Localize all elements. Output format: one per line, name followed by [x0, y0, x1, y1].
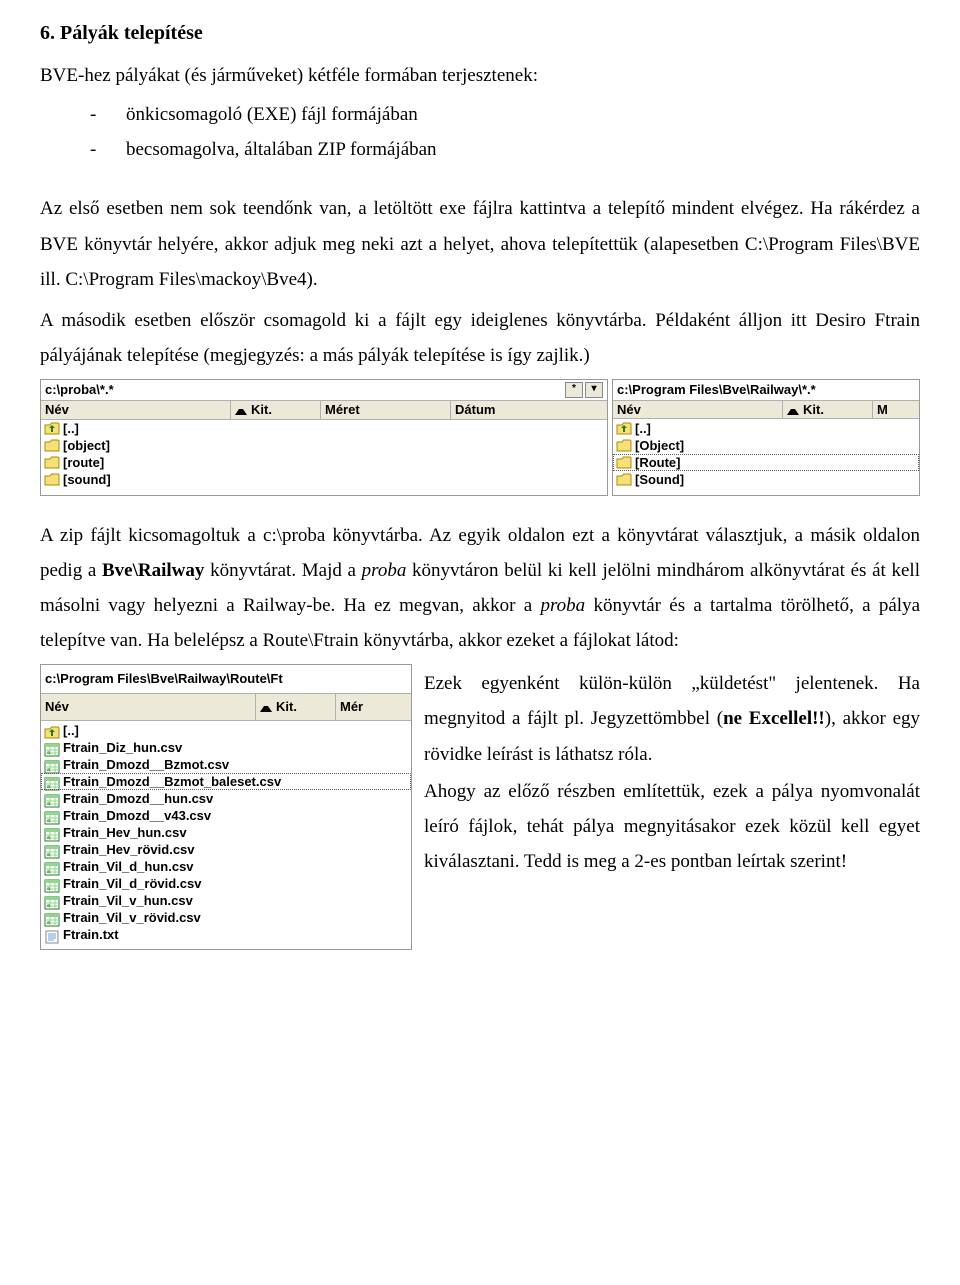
file-name: [..] [635, 421, 651, 437]
bullet-item: önkicsomagoló (EXE) fájl formájában [90, 97, 920, 132]
list-item[interactable]: [..] [613, 420, 919, 437]
folder-icon [44, 439, 60, 453]
bottom-block: c:\Program Files\Bve\Railway\Route\Ft Né… [40, 664, 920, 950]
col-size[interactable]: Méret [321, 401, 451, 419]
folder-up-icon [44, 422, 60, 436]
svg-text:a: a [47, 869, 50, 875]
route-files-panel: c:\Program Files\Bve\Railway\Route\Ft Né… [40, 664, 412, 950]
file-manager-panels: c:\proba\*.* * ▾ Név Kit. Méret Dátum [.… [40, 379, 920, 496]
right-panel-file-list[interactable]: [..][Object][Route][Sound] [613, 419, 919, 494]
bullet-item: becsomagolva, általában ZIP formájában [90, 132, 920, 167]
folder-icon [616, 439, 632, 453]
right-panel-column-headers[interactable]: Név Kit. M [613, 401, 919, 420]
svg-text:a: a [47, 818, 50, 824]
csv-file-icon: a [44, 792, 60, 806]
csv-file-icon: a [44, 775, 60, 789]
svg-text:a: a [47, 801, 50, 807]
col-last[interactable]: M [873, 401, 919, 419]
file-name: [object] [63, 438, 110, 454]
list-item[interactable]: [Route] [613, 454, 919, 471]
left-panel: c:\proba\*.* * ▾ Név Kit. Méret Dátum [.… [40, 379, 608, 496]
list-item[interactable]: [object] [41, 438, 607, 455]
bottom-paragraphs: Ezek egyenként külön-külön „küldetést" j… [424, 664, 920, 881]
distribution-formats-list: önkicsomagoló (EXE) fájl formájában becs… [40, 97, 920, 167]
file-name: [route] [63, 455, 104, 471]
csv-file-icon: a [44, 758, 60, 772]
svg-text:a: a [47, 784, 50, 790]
col-name[interactable]: Név [613, 401, 783, 419]
col-name[interactable]: Név [41, 694, 256, 720]
csv-file-icon: a [44, 877, 60, 891]
col-ext[interactable]: Kit. [783, 401, 873, 419]
csv-file-icon: a [44, 741, 60, 755]
list-item[interactable]: [..] [41, 421, 607, 438]
list-item[interactable]: Ftrain.txt [41, 926, 411, 943]
folder-icon [44, 473, 60, 487]
path-favorite-button[interactable]: * [565, 382, 583, 398]
file-name: Ftrain.txt [63, 923, 119, 947]
list-item[interactable]: [Object] [613, 437, 919, 454]
left-panel-path-text: c:\proba\*.* [45, 382, 563, 398]
col-size[interactable]: Mér [336, 694, 411, 720]
sort-asc-icon [235, 405, 247, 415]
csv-file-icon: a [44, 860, 60, 874]
file-name: [..] [63, 421, 79, 437]
folder-icon [44, 456, 60, 470]
col-date[interactable]: Dátum [451, 401, 607, 419]
route-panel-column-headers[interactable]: Név Kit. Mér [41, 694, 411, 721]
list-item[interactable]: [Sound] [613, 471, 919, 488]
txt-file-icon [44, 928, 60, 942]
route-panel-file-list[interactable]: [..]aFtrain_Diz_hun.csvaFtrain_Dmozd__Bz… [41, 721, 411, 949]
sort-asc-icon [787, 405, 799, 415]
svg-text:a: a [47, 767, 50, 773]
svg-text:a: a [47, 920, 50, 926]
csv-file-icon: a [44, 843, 60, 857]
csv-file-icon: a [44, 911, 60, 925]
svg-text:a: a [47, 750, 50, 756]
paragraph-5: Ahogy az előző részben említettük, ezek … [424, 774, 920, 879]
col-name[interactable]: Név [41, 401, 231, 419]
left-panel-column-headers[interactable]: Név Kit. Méret Dátum [41, 401, 607, 420]
section-heading: 6. Pályák telepítése [40, 20, 920, 46]
paragraph-3: A zip fájlt kicsomagoltuk a c:\proba kön… [40, 518, 920, 659]
list-item[interactable]: [sound] [41, 472, 607, 489]
sort-asc-icon [260, 702, 272, 712]
paragraph-1: Az első esetben nem sok teendőnk van, a … [40, 191, 920, 296]
file-name: [Sound] [635, 472, 684, 488]
route-panel-path-text: c:\Program Files\Bve\Railway\Route\Ft [45, 667, 407, 691]
right-panel-path-bar[interactable]: c:\Program Files\Bve\Railway\*.* [613, 380, 919, 401]
intro-text: BVE-hez pályákat (és járműveket) kétféle… [40, 58, 920, 93]
left-panel-file-list[interactable]: [..][object][route][sound] [41, 420, 607, 495]
csv-file-icon: a [44, 809, 60, 823]
svg-text:a: a [47, 903, 50, 909]
file-name: [sound] [63, 472, 111, 488]
svg-text:a: a [47, 886, 50, 892]
folder-icon [616, 473, 632, 487]
file-name: [Route] [635, 455, 681, 471]
paragraph-4: Ezek egyenként külön-külön „küldetést" j… [424, 666, 920, 771]
svg-text:a: a [47, 835, 50, 841]
right-panel-path-text: c:\Program Files\Bve\Railway\*.* [617, 382, 915, 398]
csv-file-icon: a [44, 826, 60, 840]
right-panel: c:\Program Files\Bve\Railway\*.* Név Kit… [612, 379, 920, 496]
svg-text:a: a [47, 852, 50, 858]
col-ext[interactable]: Kit. [256, 694, 336, 720]
route-panel-path-bar[interactable]: c:\Program Files\Bve\Railway\Route\Ft [41, 665, 411, 694]
left-panel-path-bar[interactable]: c:\proba\*.* * ▾ [41, 380, 607, 401]
folder-up-icon [616, 422, 632, 436]
file-name: [Object] [635, 438, 684, 454]
folder-up-icon [44, 724, 60, 738]
folder-icon [616, 456, 632, 470]
paragraph-2: A második esetben először csomagold ki a… [40, 303, 920, 373]
path-history-button[interactable]: ▾ [585, 382, 603, 398]
list-item[interactable]: [route] [41, 455, 607, 472]
csv-file-icon: a [44, 894, 60, 908]
col-ext[interactable]: Kit. [231, 401, 321, 419]
